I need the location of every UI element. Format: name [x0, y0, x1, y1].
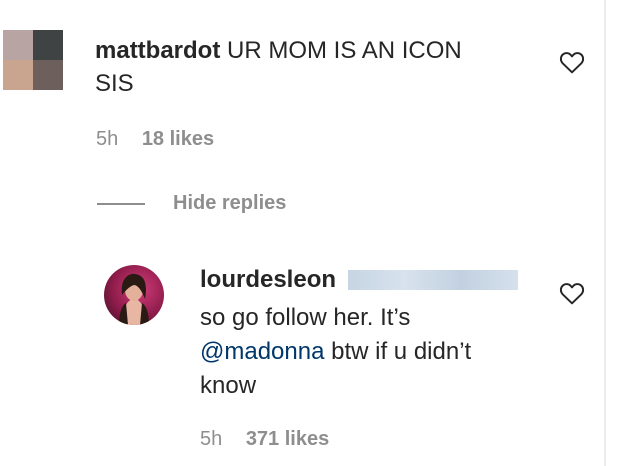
- right-divider: [604, 0, 606, 466]
- reply-header: lourdesleon: [200, 266, 519, 294]
- redacted-text: [348, 270, 519, 290]
- reply-body-line2: btw if u didn’t: [324, 338, 472, 365]
- comment-body-line1: UR MOM IS AN ICON: [227, 37, 462, 64]
- comment-meta: 5h 18 likes: [96, 128, 214, 151]
- reply-mention-link[interactable]: @madonna: [200, 338, 324, 365]
- heart-outline-icon[interactable]: [559, 281, 585, 305]
- reply-likes[interactable]: 371 likes: [246, 428, 329, 450]
- comment-body-line2: SIS: [95, 70, 134, 97]
- hide-replies-button[interactable]: Hide replies: [97, 192, 286, 215]
- avatar-portrait: [119, 273, 149, 325]
- replier-avatar[interactable]: [104, 265, 164, 325]
- comment-text: mattbardot UR MOM IS AN ICON SIS: [95, 34, 535, 100]
- reply-username[interactable]: lourdesleon: [200, 266, 336, 294]
- comment-time[interactable]: 5h: [96, 128, 118, 150]
- reply-body-line3: know: [200, 372, 257, 399]
- hide-replies-line: [97, 202, 145, 205]
- commenter-avatar[interactable]: [3, 30, 63, 90]
- heart-outline-icon[interactable]: [559, 50, 585, 74]
- reply-meta: 5h 371 likes: [200, 428, 329, 451]
- hide-replies-label: Hide replies: [173, 192, 287, 214]
- reply-text: so go follow her. It’s @madonna btw if u…: [200, 301, 560, 403]
- reply-body-line1: so go follow her. It’s: [200, 304, 411, 331]
- reply-time[interactable]: 5h: [200, 428, 222, 450]
- comment-username[interactable]: mattbardot: [95, 37, 220, 64]
- comment-likes[interactable]: 18 likes: [142, 128, 214, 150]
